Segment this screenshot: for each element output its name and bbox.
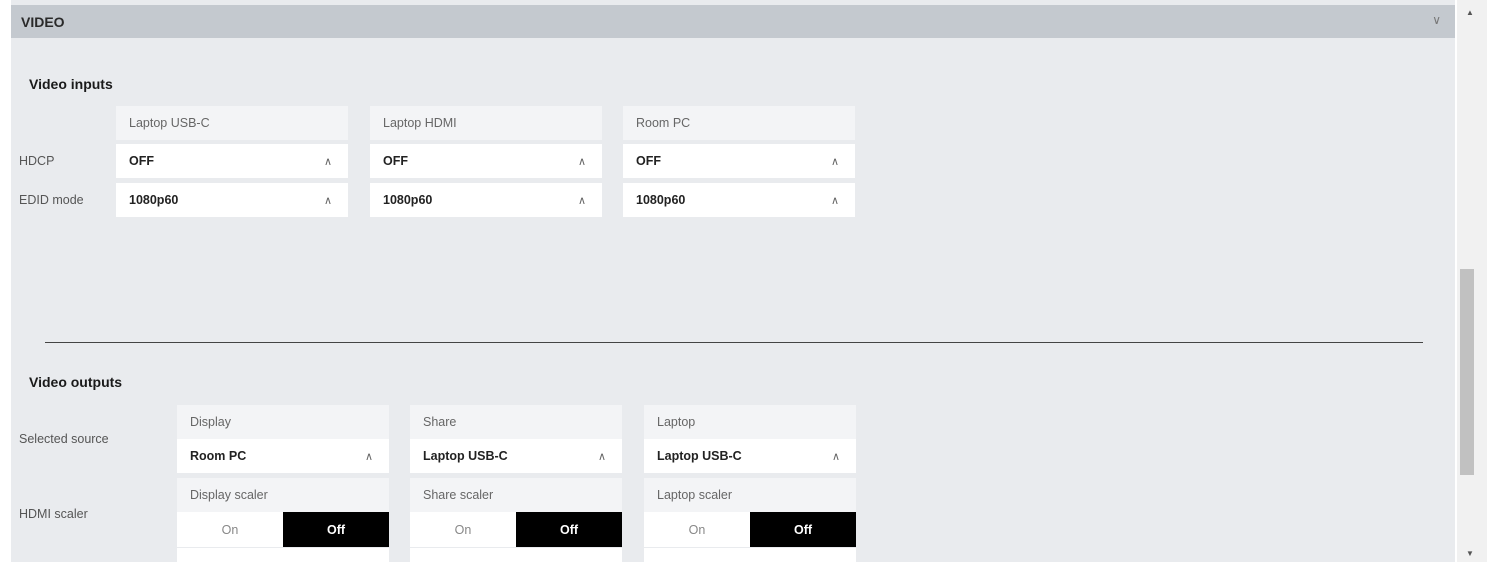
display-scaler-off[interactable]: Off [283,512,389,547]
output-column-share: Share [410,405,622,439]
row-label-hdcp: HDCP [19,154,55,168]
input-column-laptop-hdmi: Laptop HDMI [370,106,602,140]
select-value: OFF [636,154,661,168]
scrollbar-thumb[interactable] [1460,269,1474,475]
edid-select-room-pc[interactable]: 1080p60 ∧ [623,183,855,217]
share-scaler-toggle[interactable]: On Off [410,512,622,547]
next-row-cell [410,548,622,562]
source-select-display[interactable]: Room PC ∧ [177,439,389,473]
input-column-laptop-usbc: Laptop USB-C [116,106,348,140]
chevron-up-icon: ∧ [597,451,606,463]
row-label-selected-source: Selected source [19,432,109,446]
output-column-laptop: Laptop [644,405,856,439]
scroll-up-arrow-icon[interactable]: ▲ [1466,8,1474,17]
row-label-hdmi-scaler: HDMI scaler [19,507,88,521]
select-value: 1080p60 [129,193,179,207]
chevron-up-icon: ∧ [323,156,332,168]
chevron-up-icon: ∧ [577,195,586,207]
select-value: 1080p60 [636,193,686,207]
display-scaler-on[interactable]: On [177,512,283,547]
hdcp-select-laptop-usbc[interactable]: OFF ∧ [116,144,348,178]
chevron-up-icon: ∧ [364,451,373,463]
hdcp-select-laptop-hdmi[interactable]: OFF ∧ [370,144,602,178]
input-column-room-pc: Room PC [623,106,855,140]
share-scaler-off[interactable]: Off [516,512,622,547]
video-inputs-title: Video inputs [29,76,113,92]
select-value: Laptop USB-C [423,449,508,463]
scaler-heading-laptop: Laptop scaler [644,478,856,512]
laptop-scaler-toggle[interactable]: On Off [644,512,856,547]
chevron-up-icon: ∧ [577,156,586,168]
select-value: 1080p60 [383,193,433,207]
row-label-edid-mode: EDID mode [19,193,84,207]
video-outputs-title: Video outputs [29,374,123,390]
section-header-video[interactable]: VIDEO ∨ [11,5,1455,38]
chevron-down-icon[interactable]: ∨ [1432,13,1441,27]
scroll-down-arrow-icon[interactable]: ▼ [1466,549,1474,558]
laptop-scaler-on[interactable]: On [644,512,750,547]
select-value: OFF [383,154,408,168]
chevron-up-icon: ∧ [830,156,839,168]
vertical-scrollbar[interactable]: ▲ ▼ [1457,0,1487,562]
share-scaler-on[interactable]: On [410,512,516,547]
source-select-laptop[interactable]: Laptop USB-C ∧ [644,439,856,473]
section-title: VIDEO [21,14,65,30]
next-row-cell [177,548,389,562]
chevron-up-icon: ∧ [831,451,840,463]
laptop-scaler-off[interactable]: Off [750,512,856,547]
chevron-up-icon: ∧ [323,195,332,207]
section-divider [45,342,1423,343]
edid-select-laptop-hdmi[interactable]: 1080p60 ∧ [370,183,602,217]
select-value: OFF [129,154,154,168]
display-scaler-toggle[interactable]: On Off [177,512,389,547]
scaler-heading-share: Share scaler [410,478,622,512]
select-value: Laptop USB-C [657,449,742,463]
source-select-share[interactable]: Laptop USB-C ∧ [410,439,622,473]
chevron-up-icon: ∧ [830,195,839,207]
output-column-display: Display [177,405,389,439]
select-value: Room PC [190,449,247,463]
edid-select-laptop-usbc[interactable]: 1080p60 ∧ [116,183,348,217]
scaler-heading-display: Display scaler [177,478,389,512]
hdcp-select-room-pc[interactable]: OFF ∧ [623,144,855,178]
next-row-cell [644,548,856,562]
video-panel: VIDEO ∨ Video inputs Laptop USB-C Laptop… [11,0,1455,562]
